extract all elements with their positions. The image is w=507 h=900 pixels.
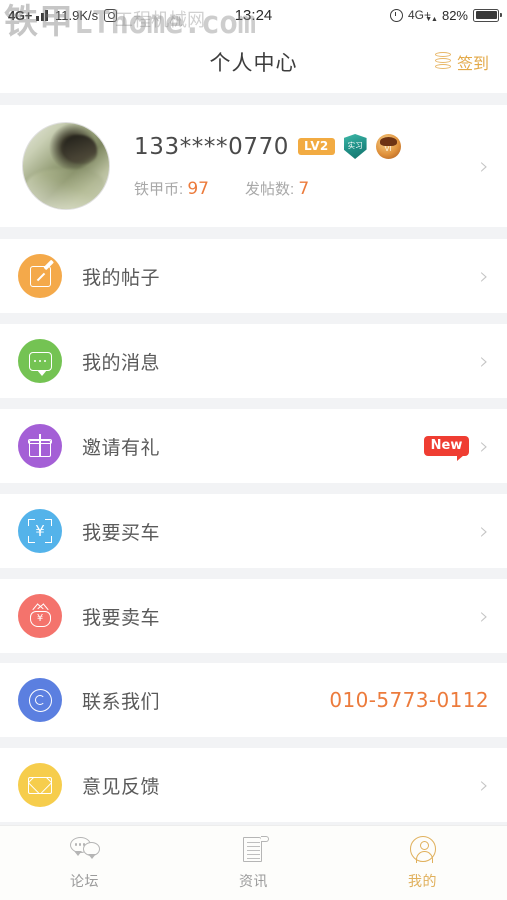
tab-label: 我的 bbox=[408, 872, 437, 889]
menu-row-right: › bbox=[479, 604, 489, 628]
level-badge: LV2 bbox=[298, 137, 335, 156]
menu-row-sell-vehicle[interactable]: ¥ 我要卖车 › bbox=[0, 579, 507, 653]
headset-icon bbox=[18, 678, 62, 722]
news-document-icon bbox=[239, 835, 269, 864]
section-gap bbox=[0, 227, 507, 239]
chevron-right-icon: › bbox=[479, 262, 489, 290]
menu-row-label: 我要买车 bbox=[82, 522, 161, 544]
status-bar-right: 4G+ ▼▲ 82% bbox=[389, 7, 502, 23]
chevron-right-icon: › bbox=[479, 432, 489, 460]
pencil-edit-icon bbox=[18, 254, 62, 298]
shield-badge-icon: 实习 bbox=[343, 134, 367, 159]
gift-icon bbox=[18, 424, 62, 468]
screenshot-icon bbox=[104, 8, 118, 22]
tab-label: 资讯 bbox=[239, 872, 268, 889]
network-speed-label: 11.9K/s bbox=[55, 7, 99, 23]
money-bag-icon: ¥ bbox=[18, 594, 62, 638]
menu-row-right: 010-5773-0112 bbox=[329, 688, 489, 712]
profile-info: 133****0770 LV2 实习 铁甲币: 97 发帖数: 7 bbox=[134, 134, 479, 199]
menu-row-my-messages[interactable]: 我的消息 › bbox=[0, 324, 507, 398]
menu-row-feedback[interactable]: 意见反馈 › bbox=[0, 748, 507, 822]
menu-row-label: 意见反馈 bbox=[82, 776, 161, 798]
battery-icon bbox=[473, 8, 502, 22]
menu-row-label: 我的帖子 bbox=[82, 267, 161, 289]
chevron-right-icon: › bbox=[479, 347, 489, 375]
new-badge: New bbox=[423, 436, 470, 461]
data-arrows-icon: ▼▲ bbox=[425, 16, 438, 23]
menu-row-contact-us[interactable]: 联系我们 010-5773-0112 bbox=[0, 663, 507, 737]
forum-chat-icon bbox=[69, 836, 100, 864]
app-header: 个人中心 签到 bbox=[0, 30, 507, 93]
section-gap bbox=[0, 93, 507, 105]
chevron-right-icon: › bbox=[479, 602, 489, 630]
menu-row-right: New › bbox=[423, 432, 489, 461]
row-separator bbox=[0, 568, 507, 579]
menu-row-my-posts[interactable]: 我的帖子 › bbox=[0, 239, 507, 313]
status-bar: 4G+ 11.9K/s 13:24 4G+ ▼▲ 82% bbox=[0, 0, 507, 30]
stat-coins: 铁甲币: 97 bbox=[134, 178, 209, 199]
row-separator bbox=[0, 398, 507, 409]
signal-bars-icon bbox=[36, 9, 49, 21]
menu-row-label: 我的消息 bbox=[82, 352, 161, 374]
menu-row-right: › bbox=[479, 264, 489, 288]
profile-card[interactable]: 133****0770 LV2 实习 铁甲币: 97 发帖数: 7 › bbox=[0, 105, 507, 227]
row-separator bbox=[0, 483, 507, 494]
menu-row-right: › bbox=[479, 349, 489, 373]
tab-mine[interactable]: 我的 bbox=[338, 826, 507, 900]
medal-badge-icon bbox=[375, 134, 401, 159]
bottom-tab-bar: 论坛 资讯 我的 bbox=[0, 825, 507, 900]
stat-posts: 发帖数: 7 bbox=[244, 178, 310, 199]
menu-row-label: 我要卖车 bbox=[82, 607, 161, 629]
menu-row-invite-gift[interactable]: 邀请有礼 New › bbox=[0, 409, 507, 483]
username-label: 133****0770 bbox=[134, 133, 290, 160]
menu-row-label: 联系我们 bbox=[82, 691, 161, 713]
check-in-button[interactable]: 签到 bbox=[434, 50, 489, 74]
tab-forum[interactable]: 论坛 bbox=[0, 826, 169, 900]
profile-name-row: 133****0770 LV2 实习 bbox=[134, 134, 479, 160]
chevron-right-icon: › bbox=[479, 152, 489, 180]
menu-row-right: › bbox=[479, 773, 489, 797]
menu-row-right: › bbox=[479, 519, 489, 543]
coin-stack-icon bbox=[434, 52, 451, 71]
tab-label: 论坛 bbox=[70, 872, 99, 889]
contact-phone-number[interactable]: 010-5773-0112 bbox=[329, 688, 489, 712]
row-separator bbox=[0, 313, 507, 324]
tab-news[interactable]: 资讯 bbox=[169, 826, 338, 900]
status-bar-left: 4G+ 11.9K/s bbox=[8, 7, 118, 23]
battery-percent-label: 82% bbox=[441, 7, 468, 23]
chat-bubble-icon bbox=[18, 339, 62, 383]
network-type-label: 4G+ bbox=[8, 7, 33, 23]
page-title: 个人中心 bbox=[209, 51, 298, 75]
row-separator bbox=[0, 737, 507, 748]
alarm-clock-icon bbox=[389, 8, 403, 22]
mobile-data-label: 4G+ ▼▲ bbox=[407, 8, 438, 23]
chevron-right-icon: › bbox=[479, 771, 489, 799]
scan-yuan-icon: ¥ bbox=[18, 509, 62, 553]
check-in-label: 签到 bbox=[456, 55, 489, 73]
envelope-icon bbox=[18, 763, 62, 807]
menu-row-buy-vehicle[interactable]: ¥ 我要买车 › bbox=[0, 494, 507, 568]
chevron-right-icon: › bbox=[479, 517, 489, 545]
user-profile-icon bbox=[408, 835, 438, 864]
menu-row-label: 邀请有礼 bbox=[82, 437, 161, 459]
profile-stats: 铁甲币: 97 发帖数: 7 bbox=[134, 178, 479, 199]
avatar[interactable] bbox=[22, 122, 110, 210]
section-gap bbox=[0, 653, 507, 663]
